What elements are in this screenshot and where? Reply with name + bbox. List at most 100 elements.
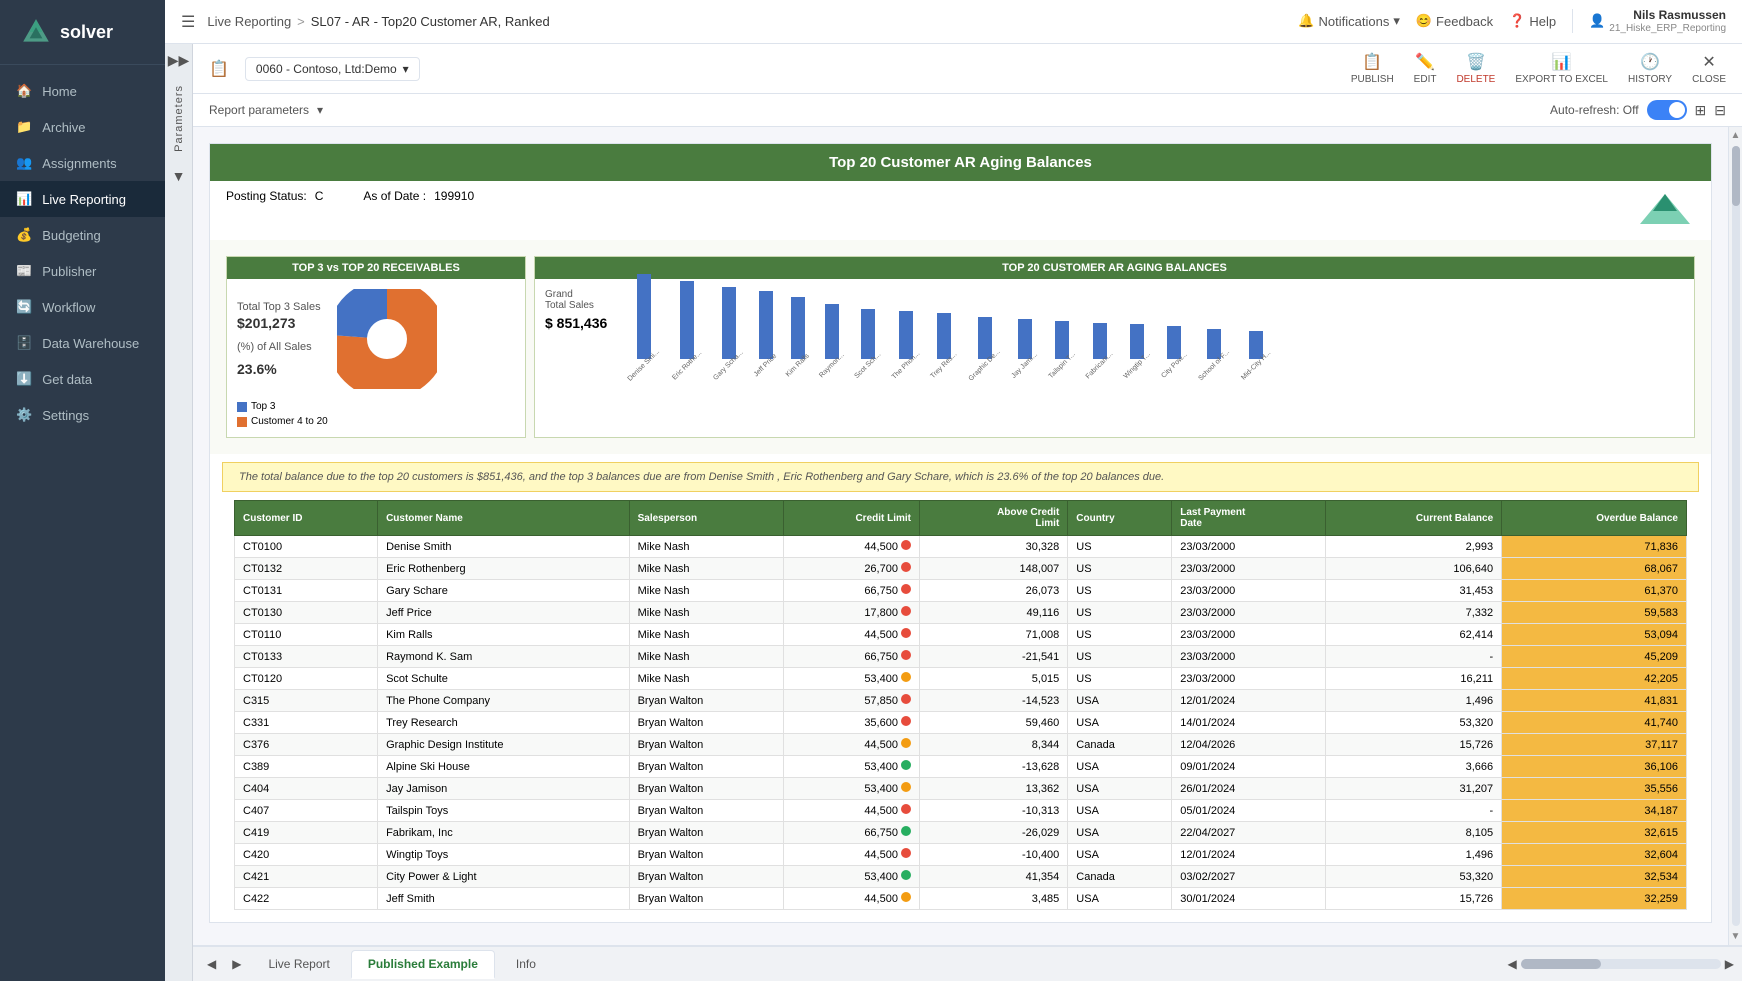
data-table: Customer ID Customer Name Salesperson Cr… — [234, 500, 1687, 910]
table-row: CT0132Eric RothenbergMike Nash26,700 148… — [235, 558, 1687, 580]
scroll-left-arrow[interactable]: ◀ — [1508, 957, 1517, 971]
bar-column: Jay Jami... — [1008, 319, 1041, 369]
credit-dot — [901, 892, 911, 902]
scroll-right-arrow[interactable]: ▶ — [1725, 957, 1734, 971]
content-area: ▶▶ Parameters ▼ 📋 0060 - Contoso, Ltd:De… — [165, 44, 1742, 981]
sidebar-item-budgeting[interactable]: 💰 Budgeting — [0, 217, 165, 253]
edit-button[interactable]: ✏️ EDIT — [1414, 52, 1437, 85]
sidebar-item-publisher[interactable]: 📰 Publisher — [0, 253, 165, 289]
workflow-icon: 🔄 — [16, 299, 32, 315]
report-params-label[interactable]: Report parameters — [209, 103, 309, 117]
col-last-payment: Last PaymentDate — [1172, 501, 1326, 536]
pie-total-value: $201,273 — [237, 315, 321, 331]
feedback-button[interactable]: 😊 Feedback — [1416, 13, 1493, 29]
col-salesperson: Salesperson — [629, 501, 784, 536]
autorefresh-toggle[interactable] — [1647, 100, 1687, 120]
table-row: CT0131Gary SchareMike Nash66,750 26,073U… — [235, 580, 1687, 602]
credit-dot — [901, 782, 911, 792]
report-toolbar: 📋 0060 - Contoso, Ltd:Demo ▾ 📋 PUBLISH ✏… — [193, 44, 1742, 94]
tab-prev-arrow[interactable]: ◀ — [201, 953, 222, 975]
col-customer-name: Customer Name — [378, 501, 630, 536]
bar-column: Fabricam... — [1082, 323, 1117, 369]
user-icon: 👤 — [1589, 13, 1605, 29]
bar-column: Kim Ralls — [783, 297, 813, 369]
overdue-balance-cell: 41,831 — [1502, 690, 1687, 712]
autorefresh-label: Auto-refresh: Off — [1550, 103, 1638, 117]
topbar-divider — [1572, 9, 1573, 33]
table-row: CT0130Jeff PriceMike Nash17,800 49,116US… — [235, 602, 1687, 624]
bar-item — [722, 287, 736, 359]
scroll-down-button[interactable]: ▼ — [1728, 928, 1742, 945]
pie-chart-box: TOP 3 vs TOP 20 RECEIVABLES Total Top 3 … — [226, 256, 526, 438]
close-button[interactable]: ✕ CLOSE — [1692, 52, 1726, 85]
feedback-icon: 😊 — [1416, 13, 1432, 29]
credit-dot — [901, 738, 911, 748]
tab-next-arrow[interactable]: ▶ — [226, 953, 247, 975]
tab-published-example[interactable]: Published Example — [351, 950, 495, 979]
bar-column: Jeff Price — [751, 291, 780, 369]
delete-button[interactable]: 🗑️ DELETE — [1456, 52, 1495, 85]
breadcrumb-parent[interactable]: Live Reporting — [207, 14, 291, 29]
horizontal-scrollbar: ◀ ▶ — [1508, 957, 1734, 971]
scroll-thumb-vertical[interactable] — [1732, 146, 1740, 206]
overdue-balance-cell: 59,583 — [1502, 602, 1687, 624]
data-warehouse-icon: 🗄️ — [16, 335, 32, 351]
sidebar-item-get-data[interactable]: ⬇️ Get data — [0, 361, 165, 397]
tab-live-report[interactable]: Live Report — [251, 950, 346, 978]
export-button[interactable]: 📊 EXPORT TO EXCEL — [1515, 52, 1608, 85]
bar-column: Graphic De... — [964, 317, 1005, 369]
home-icon: 🏠 — [16, 83, 32, 99]
sidebar-item-archive[interactable]: 📁 Archive — [0, 109, 165, 145]
sidebar-item-settings[interactable]: ⚙️ Settings — [0, 397, 165, 433]
bar-column: Mid-City H... — [1237, 331, 1276, 369]
live-reporting-icon: 📊 — [16, 191, 32, 207]
bar-column: Eric Rothe... — [668, 281, 707, 369]
credit-dot — [901, 870, 911, 880]
params-expand-icon[interactable]: ▶▶ — [168, 52, 190, 69]
sidebar-item-workflow[interactable]: 🔄 Workflow — [0, 289, 165, 325]
table-row: C376Graphic Design InstituteBryan Walton… — [235, 734, 1687, 756]
history-button[interactable]: 🕐 HISTORY — [1628, 52, 1672, 85]
pie-legend: Top 3 Customer 4 to 20 — [237, 401, 515, 427]
scroll-up-button[interactable]: ▲ — [1728, 127, 1742, 144]
sidebar: solver 🏠 Home 📁 Archive 👥 Assignments 📊 … — [0, 0, 165, 981]
help-button[interactable]: ❓ Help — [1509, 13, 1556, 29]
as-of-date-label: As of Date : — [363, 189, 426, 232]
sidebar-item-live-reporting[interactable]: 📊 Live Reporting — [0, 181, 165, 217]
overdue-balance-cell: 68,067 — [1502, 558, 1687, 580]
sidebar-item-home[interactable]: 🏠 Home — [0, 73, 165, 109]
company-selector[interactable]: 0060 - Contoso, Ltd:Demo ▾ — [245, 57, 420, 81]
overdue-balance-cell: 41,740 — [1502, 712, 1687, 734]
report-scroll-container: Top 20 Customer AR Aging Balances Postin… — [193, 127, 1742, 945]
bar-column: Raymon... — [816, 304, 848, 369]
as-of-date-value: 199910 — [434, 189, 474, 232]
bar-item — [978, 317, 992, 359]
hamburger-menu-icon[interactable]: ☰ — [181, 12, 195, 32]
sidebar-item-data-warehouse[interactable]: 🗄️ Data Warehouse — [0, 325, 165, 361]
notifications-button[interactable]: 🔔 Notifications ▾ — [1298, 13, 1400, 29]
pie-chart-svg — [337, 289, 437, 389]
bar-item — [680, 281, 694, 359]
bar-stats: GrandTotal Sales $ 851,436 — [545, 289, 615, 389]
company-name: 0060 - Contoso, Ltd:Demo — [256, 62, 397, 76]
scroll-thumb-horizontal[interactable] — [1521, 959, 1601, 969]
tab-info[interactable]: Info — [499, 950, 553, 978]
legend-rest-dot — [237, 417, 247, 427]
grid-view-icon[interactable]: ⊞ — [1695, 102, 1707, 119]
legend-top3: Top 3 — [237, 401, 515, 412]
publish-button[interactable]: 📋 PUBLISH — [1351, 52, 1394, 85]
grand-total-label: GrandTotal Sales — [545, 289, 607, 311]
settings-icon: ⚙️ — [16, 407, 32, 423]
credit-dot — [901, 540, 911, 550]
report-logo — [1635, 189, 1695, 232]
pie-total-label: Total Top 3 Sales — [237, 301, 321, 313]
col-country: Country — [1068, 501, 1172, 536]
bar-column: School of F... — [1194, 329, 1234, 369]
bar-item — [759, 291, 773, 359]
filter-icon[interactable]: ▼ — [172, 168, 186, 184]
user-profile[interactable]: 👤 Nils Rasmussen 21_Hiske_ERP_Reporting — [1589, 8, 1726, 34]
table-view-icon[interactable]: ⊟ — [1714, 102, 1726, 119]
dropdown-params-icon[interactable]: ▾ — [317, 103, 323, 117]
sidebar-item-assignments[interactable]: 👥 Assignments — [0, 145, 165, 181]
credit-dot — [901, 716, 911, 726]
